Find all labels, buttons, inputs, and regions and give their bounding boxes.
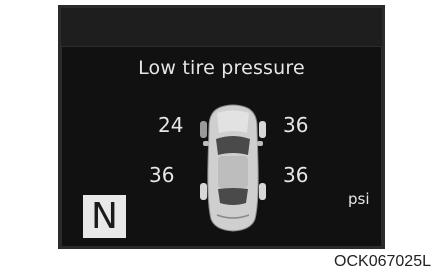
figure-code: OCK067025L: [334, 253, 431, 270]
front-left-tire-icon: [200, 121, 207, 138]
front-right-tire-icon: [259, 121, 266, 138]
display-top-strip: [61, 8, 382, 46]
rear-right-tire-icon: [259, 183, 266, 200]
rear-right-pressure: 36: [283, 163, 309, 187]
tpms-screen: Low tire pressure 24 36 36 36 N psi: [62, 47, 381, 246]
roof: [218, 156, 248, 188]
gear-indicator: N: [83, 195, 126, 238]
rear-window: [218, 188, 248, 205]
windshield: [216, 136, 250, 155]
front-right-pressure: 36: [283, 113, 309, 137]
rear-left-tire-icon: [200, 183, 207, 200]
pressure-unit: psi: [348, 190, 370, 208]
front-left-pressure: 24: [158, 113, 184, 137]
rear-left-pressure: 36: [149, 163, 175, 187]
car-icon: [200, 104, 266, 232]
warning-title: Low tire pressure: [138, 57, 305, 79]
cluster-display-frame: Low tire pressure 24 36 36 36 N psi: [58, 5, 385, 249]
